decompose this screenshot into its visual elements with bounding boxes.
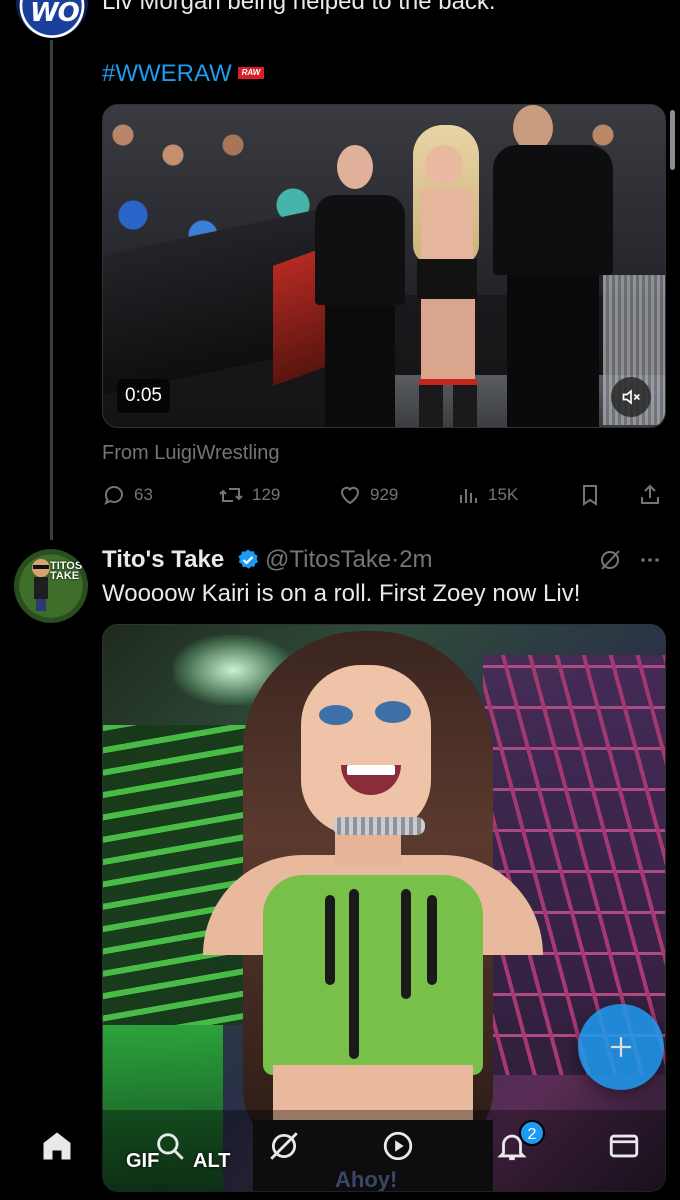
separator: · <box>391 546 400 573</box>
gif-badge[interactable]: GIF <box>126 1150 159 1173</box>
tweet-text-previous: Liv Morgan being helped to the back. <box>102 0 496 15</box>
gif-face <box>301 665 431 835</box>
heart-icon <box>340 486 360 505</box>
notification-badge: 2 <box>519 1120 545 1146</box>
views-button[interactable]: 15K <box>456 483 518 507</box>
gif-top-stripe <box>325 895 335 985</box>
gif-top-stripe <box>401 889 411 999</box>
repost-count: 129 <box>252 485 281 504</box>
avatar-figure <box>32 559 50 611</box>
video-player[interactable]: 0:05 <box>102 104 666 428</box>
like-count: 929 <box>370 485 399 504</box>
gif-choker <box>333 817 425 835</box>
handle-and-time[interactable]: @TitosTake·2m <box>265 546 433 574</box>
plus-icon <box>611 1037 631 1057</box>
view-count: 15K <box>488 485 519 504</box>
tweet-header: Tito's Take @TitosTake·2m <box>102 544 666 576</box>
mail-icon <box>609 1134 639 1158</box>
avatar-wo[interactable]: WO <box>16 0 88 38</box>
alt-badge[interactable]: ALT <box>193 1150 230 1173</box>
raw-badge-icon: RAW <box>238 67 264 79</box>
reply-count: 63 <box>134 485 153 504</box>
share-icon <box>641 484 659 504</box>
avatar-label: TITOS TAKE <box>50 560 83 582</box>
gif-top-stripe <box>349 889 359 1059</box>
bottom-nav <box>0 1110 680 1200</box>
avatar-logo: WO <box>30 0 80 28</box>
video-source[interactable]: From LuigiWrestling <box>102 442 279 465</box>
bookmark-button[interactable] <box>578 483 602 507</box>
verified-badge-icon <box>236 548 260 577</box>
reply-button[interactable]: 63 <box>102 483 153 507</box>
timestamp: 2m <box>399 546 433 573</box>
video-person-wrestler <box>403 125 493 427</box>
like-button[interactable]: 929 <box>338 483 398 507</box>
repost-icon <box>219 488 243 502</box>
grok-icon <box>270 1132 298 1160</box>
gif-top-stripe <box>427 895 437 985</box>
gif-teeth <box>347 765 395 775</box>
nav-messages[interactable] <box>604 1126 644 1166</box>
thread-line <box>50 40 53 540</box>
avatar-titos-take[interactable]: TITOS TAKE <box>14 549 88 623</box>
share-button[interactable] <box>638 483 662 507</box>
volume-muted-icon <box>622 389 640 405</box>
display-name[interactable]: Tito's Take <box>102 546 224 574</box>
compose-button[interactable] <box>578 1004 664 1090</box>
scrollbar[interactable] <box>670 110 675 170</box>
home-icon <box>43 1132 71 1160</box>
video-duration: 0:05 <box>117 379 170 413</box>
video-icon <box>383 1131 413 1161</box>
bookmark-icon <box>583 485 597 506</box>
nav-grok[interactable] <box>264 1126 304 1166</box>
handle: @TitosTake <box>265 546 392 573</box>
tweet-text: Woooow Kairi is on a roll. First Zoey no… <box>102 580 581 607</box>
nav-video[interactable] <box>378 1126 418 1166</box>
nav-home[interactable] <box>37 1126 77 1166</box>
more-options-icon[interactable] <box>638 548 662 577</box>
reply-icon <box>104 486 123 506</box>
grok-icon[interactable] <box>598 548 622 577</box>
bar-chart-icon <box>460 489 477 503</box>
video-person-security-2 <box>493 105 613 427</box>
gif-eye-right <box>375 701 411 723</box>
repost-button[interactable]: 129 <box>218 483 280 507</box>
tweet-actions-previous: 63 129 929 15K <box>102 480 666 510</box>
video-person-security-1 <box>315 145 405 427</box>
gif-green-top <box>263 875 483 1075</box>
gif-eye-left <box>319 705 353 725</box>
hashtag-link[interactable]: #WWERAW <box>102 60 232 88</box>
gif-media[interactable]: Ahoy! <box>102 624 666 1192</box>
mute-button[interactable] <box>611 377 651 417</box>
